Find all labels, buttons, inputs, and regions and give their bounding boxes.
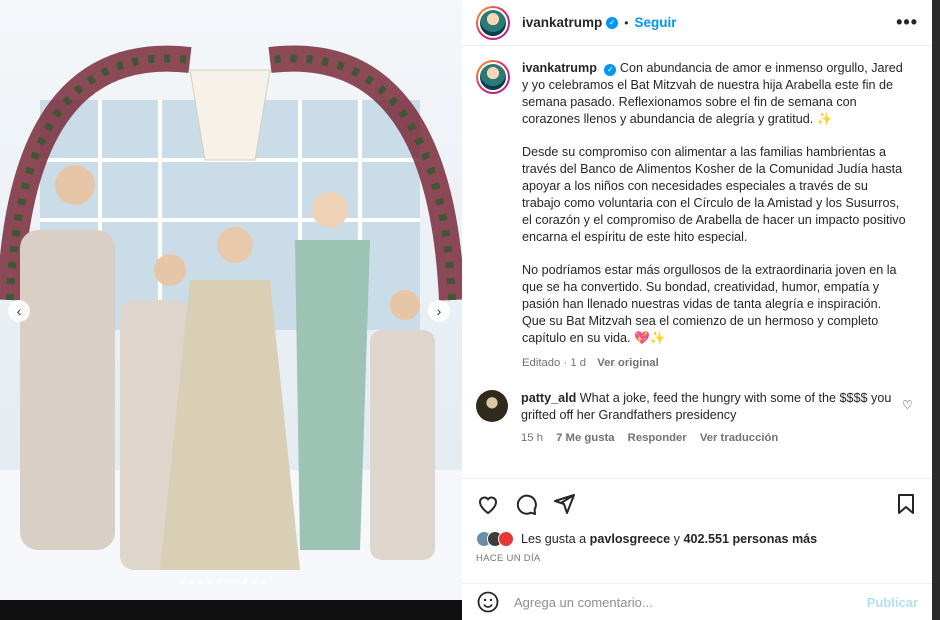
comment-bubble-icon[interactable] <box>514 492 538 516</box>
avatar[interactable] <box>476 5 510 40</box>
carousel-dot[interactable] <box>207 579 212 584</box>
reply-button[interactable]: Responder <box>628 432 687 444</box>
post-actions: Les gusta a pavlosgreece y 402.551 perso… <box>462 478 932 564</box>
translate-link[interactable]: Ver traducción <box>700 432 778 444</box>
post-side-panel: ivankatrump ✓ • Seguir ••• ivankatrump ✓… <box>462 0 932 620</box>
verified-badge-icon: ✓ <box>604 64 617 76</box>
window-right-edge <box>932 0 940 620</box>
liker-username-link[interactable]: pavlosgreece <box>590 532 671 546</box>
next-slide-button[interactable]: › <box>428 300 450 322</box>
action-icons <box>476 489 918 519</box>
comment-content: patty_ald What a joke, feed the hungry w… <box>521 390 896 447</box>
carousel-dot[interactable] <box>198 579 203 584</box>
post-photo[interactable]: ‹ › <box>0 0 462 600</box>
comment-likes[interactable]: 7 Me gusta <box>556 432 614 444</box>
edited-label: Editado · 1 d <box>522 357 587 369</box>
caption-username[interactable]: ivankatrump <box>522 61 597 75</box>
follow-button[interactable]: Seguir <box>634 15 676 30</box>
liker-avatar <box>498 531 514 547</box>
carousel-dot[interactable] <box>216 579 221 584</box>
comment-item: patty_ald What a joke, feed the hungry w… <box>476 390 918 447</box>
comment-text: What a joke, feed the hungry with some o… <box>521 391 892 422</box>
comment-like-heart-icon[interactable]: ♡ <box>902 398 913 447</box>
username-link[interactable]: ivankatrump <box>522 15 602 30</box>
more-options-icon[interactable]: ••• <box>896 12 918 33</box>
verified-badge-icon: ✓ <box>606 16 619 29</box>
chevron-right-icon: › <box>436 303 442 319</box>
carousel-dot[interactable] <box>261 579 266 584</box>
comment-input[interactable]: Agrega un comentario... <box>514 595 653 610</box>
post-timestamp: HACE UN DÍA <box>476 553 541 564</box>
chevron-left-icon: ‹ <box>16 303 22 319</box>
likes-summary: Les gusta a pavlosgreece y 402.551 perso… <box>476 531 918 547</box>
prev-slide-button[interactable]: ‹ <box>8 300 30 322</box>
caption-avatar[interactable] <box>476 60 510 94</box>
see-original-link[interactable]: Ver original <box>597 357 659 369</box>
likes-count-link[interactable]: 402.551 personas más <box>683 532 817 546</box>
comment-time: 15 h <box>521 432 543 444</box>
caption-meta: Editado · 1 d Ver original <box>522 355 907 372</box>
caption-block: ivankatrump ✓ Con abundancia de amor e i… <box>476 60 918 372</box>
comment-avatar[interactable] <box>476 390 508 422</box>
carousel-dot[interactable] <box>243 579 248 584</box>
share-send-icon[interactable] <box>552 492 576 516</box>
screen: ‹ › ivankatrump ✓ • Seguir ••• ivankatru… <box>0 0 940 620</box>
emoji-icon[interactable] <box>476 590 500 614</box>
comment-meta: 15 h 7 Me gusta Responder Ver traducción <box>521 430 896 447</box>
carousel-dot[interactable] <box>225 579 230 584</box>
separator-dot: • <box>624 15 629 30</box>
caption-paragraph-3: No podríamos estar más orgullosos de la … <box>522 263 897 345</box>
caption-text: ivankatrump ✓ Con abundancia de amor e i… <box>522 60 907 372</box>
caption-paragraph-2: Desde su compromiso con alimentar a las … <box>522 145 906 244</box>
carousel-dot[interactable] <box>180 579 185 584</box>
post-body: ivankatrump ✓ Con abundancia de amor e i… <box>462 46 932 476</box>
likes-prefix: Les gusta a <box>521 532 587 546</box>
carousel-dot[interactable] <box>189 579 194 584</box>
carousel-dot[interactable] <box>234 579 239 584</box>
bookmark-icon[interactable] <box>894 492 918 516</box>
like-heart-icon[interactable] <box>476 492 500 516</box>
publish-button[interactable]: Publicar <box>867 595 918 610</box>
post-header: ivankatrump ✓ • Seguir ••• <box>462 0 932 46</box>
likes-middle: y <box>673 532 680 546</box>
comment-username[interactable]: patty_ald <box>521 391 576 405</box>
add-comment-bar: Agrega un comentario... Publicar <box>462 583 932 620</box>
carousel-indicator <box>180 579 270 584</box>
family-photo-illustration <box>0 0 462 600</box>
carousel-dot[interactable] <box>252 579 257 584</box>
